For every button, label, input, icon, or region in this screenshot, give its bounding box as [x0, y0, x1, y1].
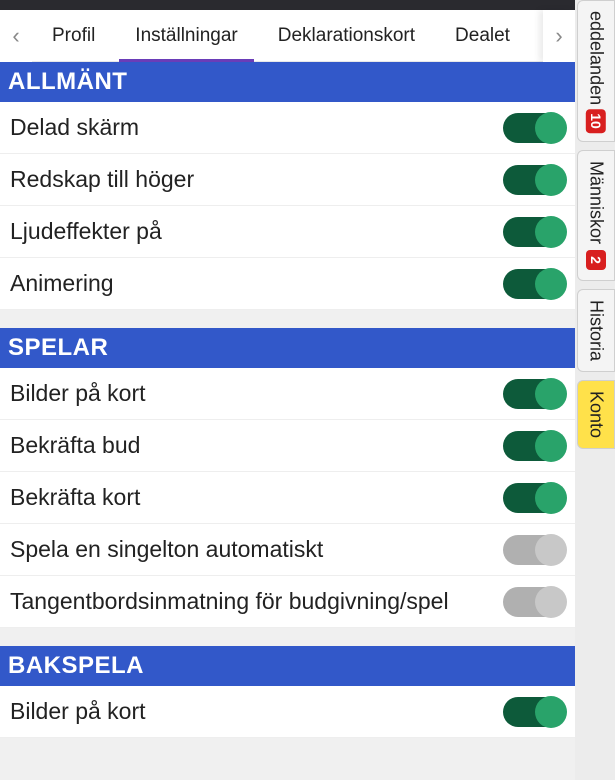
toggle-switch[interactable]: [503, 431, 565, 461]
side-tab-label: Historia: [586, 300, 607, 361]
section-gap: [0, 310, 575, 328]
tab-inställningar[interactable]: Inställningar: [115, 10, 257, 62]
tabs-scroll: ProfilInställningarDeklarationskortDeale…: [32, 10, 575, 62]
side-tab-label: eddelanden: [586, 11, 607, 105]
settings-content[interactable]: ALLMÄNT Delad skärm Redskap till höger Ljud…: [0, 62, 575, 780]
setting-row: Bekräfta kort: [0, 472, 575, 524]
toggle-switch[interactable]: [503, 269, 565, 299]
toggle-knob: [535, 164, 567, 196]
toggle-knob: [535, 696, 567, 728]
side-tab-label: Människor: [586, 161, 607, 244]
notification-badge: 10: [586, 109, 606, 133]
section-gap: [0, 738, 575, 756]
side-tab-label: Konto: [586, 391, 607, 438]
setting-label: Ljudeffekter på: [10, 218, 503, 245]
setting-row: Redskap till höger: [0, 154, 575, 206]
setting-label: Redskap till höger: [10, 166, 503, 193]
setting-row: Ljudeffekter på: [0, 206, 575, 258]
toggle-switch[interactable]: [503, 587, 565, 617]
setting-label: Spela en singelton automatiskt: [10, 536, 503, 563]
setting-row: Bekräfta bud: [0, 420, 575, 472]
setting-label: Tangentbordsinmatning för budgivning/spe…: [10, 588, 503, 615]
toggle-knob: [535, 482, 567, 514]
toggle-knob: [535, 268, 567, 300]
toggle-knob: [535, 112, 567, 144]
toggle-switch[interactable]: [503, 697, 565, 727]
toggle-switch[interactable]: [503, 483, 565, 513]
setting-row: Bilder på kort: [0, 686, 575, 738]
setting-row: Delad skärm: [0, 102, 575, 154]
setting-row: Animering: [0, 258, 575, 310]
setting-label: Bilder på kort: [10, 380, 503, 407]
main-area: ‹ ProfilInställningarDeklarationskortDea…: [0, 10, 575, 780]
side-tab-människor[interactable]: Människor 2: [577, 150, 615, 281]
toggle-switch[interactable]: [503, 217, 565, 247]
toggle-knob: [535, 534, 567, 566]
setting-label: Bekräfta kort: [10, 484, 503, 511]
setting-label: Delad skärm: [10, 114, 503, 141]
toggle-knob: [535, 430, 567, 462]
tabs-prev-chevron-icon[interactable]: ‹: [0, 10, 32, 62]
setting-row: Spela en singelton automatiskt: [0, 524, 575, 576]
tab-profil[interactable]: Profil: [32, 10, 115, 62]
notification-badge: 2: [586, 250, 606, 270]
toggle-knob: [535, 586, 567, 618]
toggle-switch[interactable]: [503, 165, 565, 195]
section-header: ALLMÄNT: [0, 62, 575, 102]
side-tabs-wrap: eddelanden 10 Människor 2 Historia Konto: [577, 0, 615, 457]
toggle-switch[interactable]: [503, 113, 565, 143]
toggle-switch[interactable]: [503, 535, 565, 565]
section-header: SPELAR: [0, 328, 575, 368]
tab-dealet[interactable]: Dealet: [435, 10, 530, 62]
setting-row: Tangentbordsinmatning för budgivning/spe…: [0, 576, 575, 628]
tab-deklarationskort[interactable]: Deklarationskort: [258, 10, 435, 62]
side-tab-historia[interactable]: Historia: [577, 289, 615, 372]
side-tab-eddelanden[interactable]: eddelanden 10: [577, 0, 615, 142]
setting-row: Bilder på kort: [0, 368, 575, 420]
setting-label: Animering: [10, 270, 503, 297]
toggle-knob: [535, 216, 567, 248]
setting-label: Bekräfta bud: [10, 432, 503, 459]
toggle-knob: [535, 378, 567, 410]
setting-label: Bilder på kort: [10, 698, 503, 725]
top-dark-bar: [0, 0, 575, 10]
section-gap: [0, 628, 575, 646]
toggle-switch[interactable]: [503, 379, 565, 409]
tabs-next-chevron-icon[interactable]: ›: [543, 10, 575, 62]
tabs-bar: ‹ ProfilInställningarDeklarationskortDea…: [0, 10, 575, 62]
side-panel: eddelanden 10 Människor 2 Historia Konto: [575, 0, 615, 780]
section-header: BAKSPELA: [0, 646, 575, 686]
side-tab-konto[interactable]: Konto: [577, 380, 615, 449]
